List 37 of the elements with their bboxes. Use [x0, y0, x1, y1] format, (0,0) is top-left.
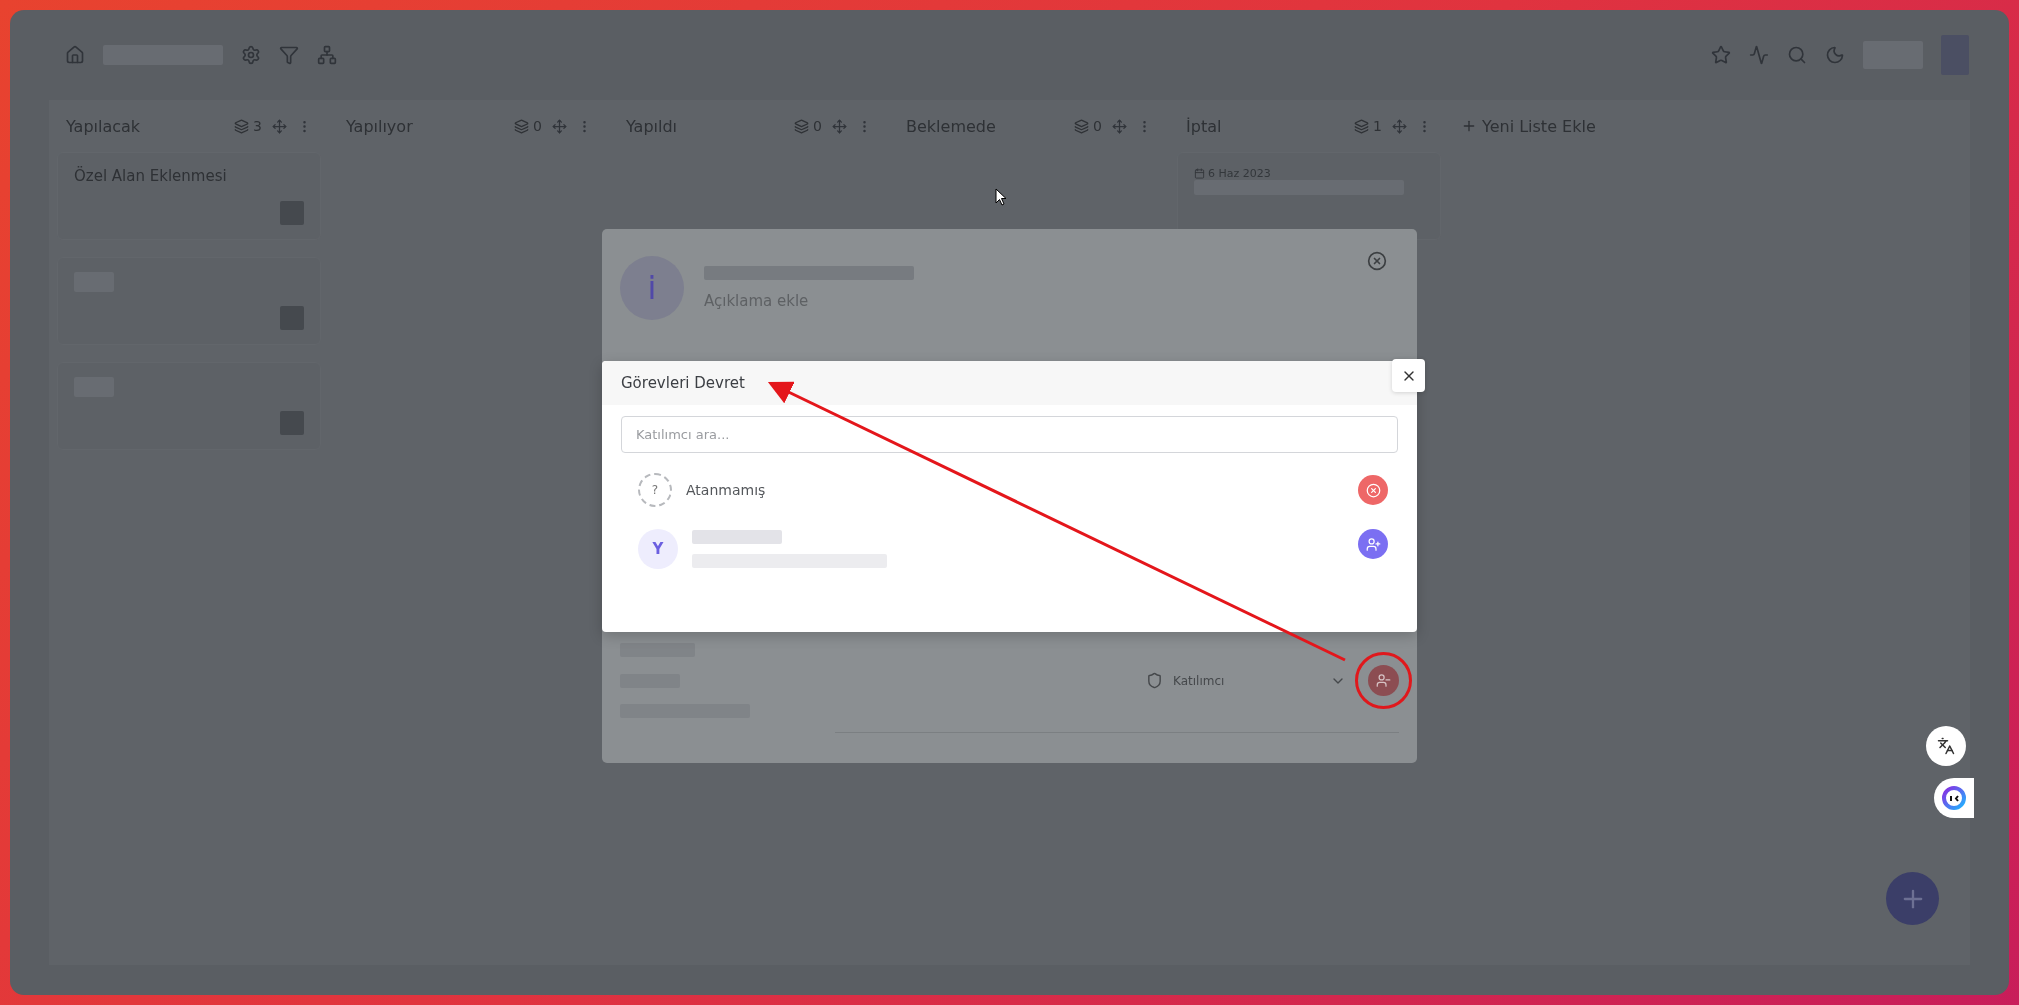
filter-icon[interactable] [279, 45, 299, 65]
blurred-avatar [280, 306, 304, 330]
role-select[interactable]: Katılımcı [1146, 672, 1346, 689]
assistant-button[interactable] [1934, 778, 1974, 818]
star-icon[interactable] [1711, 45, 1731, 65]
hierarchy-icon[interactable] [317, 45, 337, 65]
cursor-icon [995, 188, 1007, 207]
assign-button[interactable] [1358, 529, 1388, 559]
user-plus-icon [1365, 536, 1381, 552]
moon-icon[interactable] [1825, 45, 1845, 65]
unassigned-avatar: ? [638, 473, 672, 507]
activity-icon[interactable] [1749, 45, 1769, 65]
move-icon[interactable] [1392, 118, 1407, 134]
shield-icon [1146, 672, 1163, 689]
home-icon[interactable] [65, 45, 85, 65]
option-name: Atanmamış [686, 482, 767, 498]
unassign-button[interactable] [1358, 475, 1388, 505]
close-button[interactable] [1392, 359, 1425, 392]
blurred-avatar [280, 411, 304, 435]
move-icon[interactable] [832, 118, 847, 134]
calendar-icon [1194, 168, 1205, 179]
blurred-avatar [280, 201, 304, 225]
role-label: Katılımcı [1173, 673, 1226, 688]
robot-icon [1941, 785, 1967, 811]
close-icon[interactable] [1367, 251, 1387, 271]
move-icon[interactable] [272, 118, 287, 134]
move-icon[interactable] [552, 118, 567, 134]
user-avatar: Y [638, 529, 678, 569]
settings-icon[interactable] [241, 45, 261, 65]
search-field[interactable]: Katılımcı ara... [621, 416, 1398, 453]
dialog-title: Görevleri Devret [621, 374, 745, 392]
close-circle-icon [1365, 482, 1381, 498]
user-minus-icon [1376, 673, 1391, 688]
translate-icon [1937, 737, 1955, 755]
plus-icon [1461, 118, 1477, 134]
move-icon[interactable] [1112, 118, 1127, 134]
search-icon[interactable] [1787, 45, 1807, 65]
